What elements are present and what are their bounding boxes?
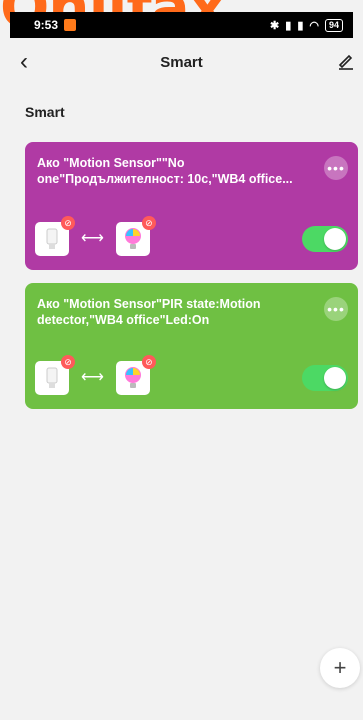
battery-icon: 94 xyxy=(324,18,343,32)
pencil-icon[interactable] xyxy=(337,52,355,70)
page-title: Smart xyxy=(160,53,203,71)
header: ‹ Smart xyxy=(0,44,363,80)
status-time: 9:53 xyxy=(34,18,59,32)
scene-devices: ⊘ ⟷ ⊘ xyxy=(35,355,156,395)
status-bar: 9:53 ✱ ▮ ▮ ◠ 94 xyxy=(10,12,353,38)
motion-sensor-icon: ⊘ xyxy=(35,355,75,395)
chevron-left-icon[interactable]: ‹ xyxy=(20,50,28,74)
arrow-icon: ⟷ xyxy=(81,230,104,247)
wifi-icon: ◠ xyxy=(309,19,319,32)
toggle-knob xyxy=(324,367,346,389)
section-title: Smart xyxy=(25,104,65,120)
plus-icon[interactable]: + xyxy=(320,648,360,688)
more-icon[interactable]: ••• xyxy=(324,297,348,321)
signal-icon: ▮ xyxy=(285,19,292,32)
link-icon: ⊘ xyxy=(141,216,156,230)
scene-toggle[interactable] xyxy=(302,365,348,391)
signal-icon: ▮ xyxy=(297,19,304,32)
scene-description: Ако "Motion Sensor""No one"Продължително… xyxy=(37,156,293,186)
bulb-icon: ⊘ xyxy=(115,355,156,395)
arrow-icon: ⟷ xyxy=(81,369,104,386)
link-icon: ⊘ xyxy=(141,355,156,369)
bulb-icon: ⊘ xyxy=(115,216,156,256)
scene-card[interactable]: Ако "Motion Sensor"PIR state:Motion dete… xyxy=(25,283,358,409)
notification-icon xyxy=(64,19,77,31)
scene-card[interactable]: Ако "Motion Sensor""No one"Продължително… xyxy=(25,142,358,270)
scene-description: Ако "Motion Sensor"PIR state:Motion dete… xyxy=(37,297,261,327)
link-icon: ⊘ xyxy=(61,355,75,369)
more-icon[interactable]: ••• xyxy=(324,156,348,180)
bluetooth-icon: ✱ xyxy=(270,19,280,32)
link-icon: ⊘ xyxy=(61,216,75,230)
scene-devices: ⊘ ⟷ ⊘ xyxy=(35,216,156,256)
status-icons: ✱ ▮ ▮ ◠ 94 xyxy=(270,18,343,32)
scene-toggle[interactable] xyxy=(302,226,348,252)
motion-sensor-icon: ⊘ xyxy=(35,216,75,256)
toggle-knob xyxy=(324,228,346,250)
